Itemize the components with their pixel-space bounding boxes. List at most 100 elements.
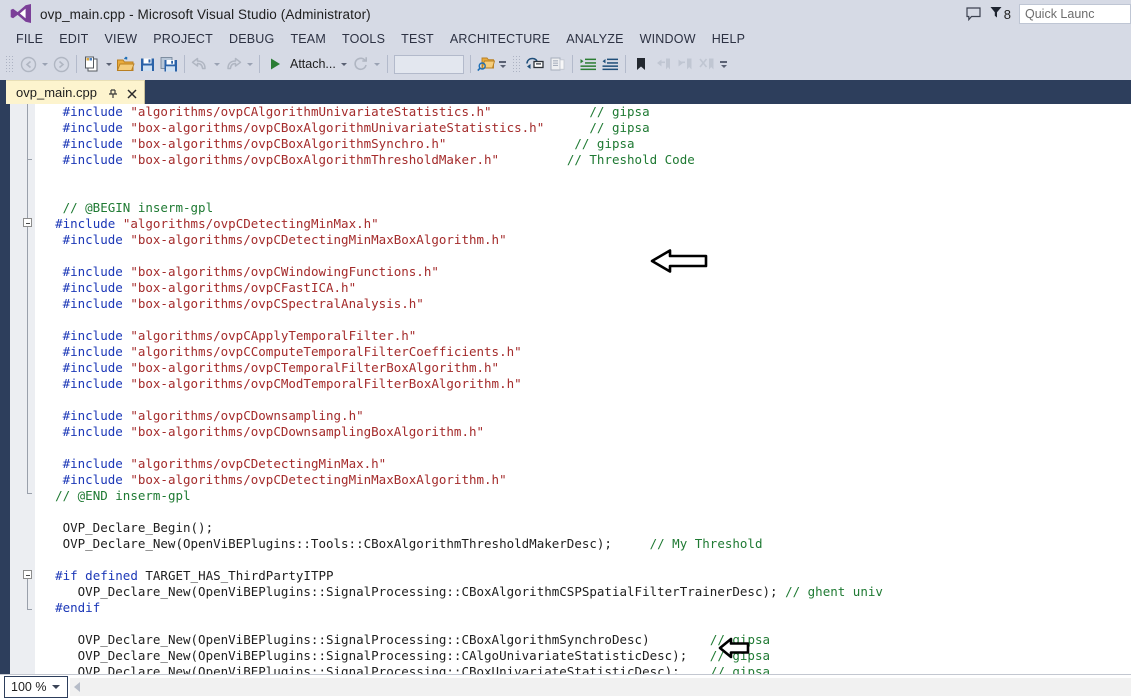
toolbar-separator (386, 55, 388, 73)
code-line: #include "box-algorithms/ovpCSpectralAna… (40, 296, 1131, 312)
fold-region-line (27, 579, 28, 609)
notifications-group[interactable]: 8 (989, 5, 1011, 24)
code-token-com: // ghent univ (785, 584, 883, 599)
code-token-str: "box-algorithms/ovpCBoxAlgorithmSynchro.… (130, 136, 447, 151)
code-line: #if defined TARGET_HAS_ThirdPartyITPP (40, 568, 1131, 584)
menu-item-project[interactable]: PROJECT (145, 30, 221, 48)
arrow-threshold-include (650, 249, 708, 273)
undo-dropdown-icon[interactable] (211, 53, 222, 75)
menu-item-debug[interactable]: DEBUG (221, 30, 282, 48)
comment-selection-icon[interactable] (524, 53, 546, 75)
quick-launch-input[interactable]: Quick Launc (1019, 4, 1131, 24)
attach-dropdown-icon[interactable] (339, 53, 350, 75)
bookmark-icon[interactable] (630, 53, 652, 75)
code-token-pp: #include (62, 120, 123, 135)
chevron-down-icon[interactable] (52, 684, 60, 689)
menu-item-help[interactable]: HELP (704, 30, 753, 48)
previous-bookmark-icon[interactable] (652, 53, 674, 75)
zoom-level-combo[interactable]: 100 % (4, 675, 68, 698)
navigate-forward-icon[interactable] (50, 53, 72, 75)
code-text-content[interactable]: #include "algorithms/ovpCAlgorithmUnivar… (40, 104, 1131, 674)
fold-collapse-box[interactable] (23, 570, 32, 579)
new-item-dropdown-icon[interactable] (103, 53, 114, 75)
code-token-str: "box-algorithms/ovpCSpectralAnalysis.h" (130, 296, 424, 311)
menu-item-view[interactable]: VIEW (96, 30, 145, 48)
decrease-indent-icon[interactable] (599, 53, 621, 75)
code-token-com: // @BEGIN inserm-gpl (62, 200, 214, 215)
speech-bubble-icon[interactable] (961, 1, 987, 27)
tab-ovp-main-cpp[interactable]: ovp_main.cpp (6, 80, 145, 104)
find-in-files-icon[interactable] (475, 53, 497, 75)
navigate-back-icon[interactable] (17, 53, 39, 75)
start-debug-play-icon[interactable] (264, 53, 286, 75)
redo-icon[interactable] (222, 53, 244, 75)
navigate-back-dropdown-icon[interactable] (39, 53, 50, 75)
toolbar-grip-handle[interactable] (5, 55, 14, 73)
code-line: OVP_Declare_New(OpenViBEPlugins::SignalP… (40, 584, 1131, 600)
code-token-pp: #include (62, 472, 123, 487)
tab-label: ovp_main.cpp (16, 85, 97, 100)
code-line: #include "algorithms/ovpCApplyTemporalFi… (40, 328, 1131, 344)
code-token-str: "box-algorithms/ovpCDownsamplingBoxAlgor… (130, 424, 485, 439)
redo-dropdown-icon[interactable] (244, 53, 255, 75)
standard-toolbar: Attach... (0, 50, 1131, 78)
toolbar-overflow-icon[interactable] (718, 53, 730, 75)
code-line: #include "box-algorithms/ovpCDetectingMi… (40, 472, 1131, 488)
attach-button-label[interactable]: Attach... (286, 57, 339, 71)
menu-item-team[interactable]: TEAM (282, 30, 334, 48)
toolbar-separator (259, 55, 260, 73)
next-bookmark-icon[interactable] (674, 53, 696, 75)
editor-gutter[interactable] (10, 104, 36, 674)
horizontal-scrollbar[interactable] (70, 677, 1131, 696)
code-line: #include "box-algorithms/ovpCWindowingFu… (40, 264, 1131, 280)
code-token-pp: #include (62, 424, 123, 439)
scroll-left-arrow-icon[interactable] (74, 681, 80, 692)
increase-indent-icon[interactable] (577, 53, 599, 75)
visual-studio-logo-icon (8, 2, 34, 26)
menu-item-test[interactable]: TEST (393, 30, 442, 48)
configuration-combo[interactable] (393, 54, 464, 74)
code-token-str: "box-algorithms/ovpCDetectingMinMaxBoxAl… (130, 472, 507, 487)
pin-icon[interactable] (107, 87, 119, 99)
fold-region-tick (27, 159, 32, 160)
toolbar-grip-handle[interactable] (511, 55, 521, 73)
undo-icon[interactable] (189, 53, 211, 75)
code-token-str: "box-algorithms/ovpCModTemporalFilterBox… (130, 376, 522, 391)
menu-item-file[interactable]: FILE (8, 30, 51, 48)
clear-bookmarks-icon[interactable] (696, 53, 718, 75)
open-file-icon[interactable] (114, 53, 136, 75)
code-editor[interactable]: #include "algorithms/ovpCAlgorithmUnivar… (0, 104, 1131, 674)
refresh-dropdown-icon[interactable] (372, 53, 383, 75)
menu-item-analyze[interactable]: ANALYZE (558, 30, 631, 48)
menu-item-architecture[interactable]: ARCHITECTURE (442, 30, 558, 48)
code-line: // @BEGIN inserm-gpl (40, 200, 1131, 216)
close-icon[interactable] (126, 87, 138, 99)
menu-item-edit[interactable]: EDIT (51, 30, 96, 48)
menu-item-tools[interactable]: TOOLS (334, 30, 393, 48)
code-token-pp: #include (62, 360, 123, 375)
find-overflow-icon[interactable] (497, 53, 509, 75)
save-all-icon[interactable] (158, 53, 180, 75)
arrow-my-threshold-declare (718, 637, 750, 659)
menu-item-window[interactable]: WINDOW (632, 30, 704, 48)
uncomment-selection-icon[interactable] (546, 53, 568, 75)
refresh-icon[interactable] (350, 53, 372, 75)
code-line: #include "box-algorithms/ovpCModTemporal… (40, 376, 1131, 392)
new-item-icon[interactable] (81, 53, 103, 75)
save-icon[interactable] (136, 53, 158, 75)
code-token-str: "algorithms/ovpCDetectingMinMax.h" (122, 216, 379, 231)
fold-collapse-box[interactable] (23, 218, 32, 227)
